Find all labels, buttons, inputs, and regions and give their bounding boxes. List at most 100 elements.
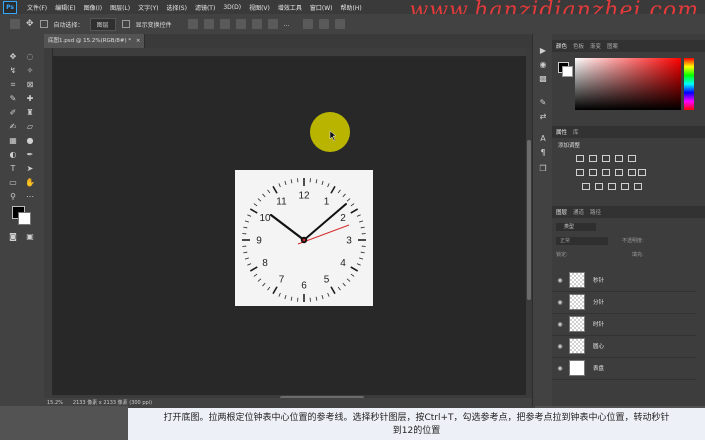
eyedropper-icon[interactable]: ✎ [8,94,18,104]
brush-settings-icon[interactable]: ✎ [538,98,548,108]
show-transform-checkbox[interactable] [121,20,130,28]
align-right-icon[interactable] [219,19,230,29]
levels-icon[interactable] [589,155,597,162]
eye-icon[interactable]: ◉ [555,343,565,350]
quick-mask-icon[interactable]: ◙ [8,232,18,242]
panel-background-swatch[interactable] [562,66,573,77]
zoom-tool-icon[interactable]: ⚲ [8,192,18,202]
invert-icon[interactable] [582,183,590,190]
tab-layers[interactable]: 图层 [556,208,567,216]
tab-channels[interactable]: 通道 [573,208,584,216]
blend-mode-dropdown[interactable]: 正常 [556,237,608,245]
tab-gradients[interactable]: 渐变 [590,42,601,50]
posterize-icon[interactable] [595,183,603,190]
brightness-icon[interactable] [576,155,584,162]
layer-row[interactable]: ◉ 秒针 [552,269,697,292]
menu-window[interactable]: 窗口(W) [306,3,337,12]
eye-icon[interactable]: ◉ [555,365,565,372]
play-icon[interactable]: ▶ [538,46,548,56]
brush-tool-icon[interactable]: ✐ [8,108,18,118]
history-icon[interactable]: ▩ [538,74,548,84]
hue-slider[interactable] [684,58,694,110]
channel-mixer-icon[interactable] [628,169,636,176]
hue-icon[interactable] [576,169,584,176]
crop-tool-icon[interactable]: ⌗ [8,80,18,90]
auto-select-dropdown[interactable]: 图层 [89,17,116,31]
menu-type[interactable]: 文字(Y) [134,3,162,12]
align-center-icon[interactable] [203,19,214,29]
menu-file[interactable]: 文件(F) [23,3,51,12]
eye-icon[interactable]: ◉ [555,277,565,284]
layer-row[interactable]: ◉ 表盘 [552,357,697,380]
shape-tool-icon[interactable]: ▭ [8,178,18,188]
tab-patterns[interactable]: 图案 [607,42,618,50]
color-balance-icon[interactable] [589,169,597,176]
more-tools-icon[interactable]: ⋯ [25,192,35,202]
tab-paths[interactable]: 路径 [590,208,601,216]
paragraph-icon[interactable]: ¶ [538,148,548,158]
menu-image[interactable]: 图像(I) [80,3,106,12]
document-tab[interactable]: 底图1.psd @ 15.2%(RGB/8#) * × [44,34,145,48]
pen-tool-icon[interactable]: ✒ [25,150,35,160]
menu-edit[interactable]: 编辑(E) [51,3,79,12]
tab-color[interactable]: 颜色 [556,42,567,50]
align-middle-icon[interactable] [251,19,262,29]
align-left-icon[interactable] [187,19,198,29]
3d-pan-icon[interactable] [335,19,346,29]
screen-mode-icon[interactable]: ▣ [25,232,35,242]
photo-filter-icon[interactable] [615,169,623,176]
threshold-icon[interactable] [608,183,616,190]
cube-icon[interactable]: ❒ [538,164,548,174]
hand-tool-icon[interactable]: ✋ [25,178,35,188]
layer-filter-dropdown[interactable]: 类型 [556,223,596,231]
tab-libraries[interactable]: 库 [573,128,579,136]
eye-icon[interactable]: ◉ [555,321,565,328]
close-tab-icon[interactable]: × [136,38,141,44]
history-brush-icon[interactable]: ✍ [8,122,18,132]
character-icon[interactable]: A [538,134,548,144]
layer-row[interactable]: ◉ 圆心 [552,335,697,358]
gradient-tool-icon[interactable]: ▦ [8,136,18,146]
actions-icon[interactable]: ◉ [538,60,548,70]
eraser-tool-icon[interactable]: ▱ [25,122,35,132]
layer-row[interactable]: ◉ 分针 [552,291,697,314]
tab-swatches[interactable]: 色板 [573,42,584,50]
document-canvas[interactable]: 12 1 2 3 4 5 6 7 8 9 10 11 [235,170,373,306]
align-top-icon[interactable] [235,19,246,29]
3d-mode-icon[interactable] [303,19,314,29]
move-tool-icon[interactable]: ✥ [8,52,18,62]
exposure-icon[interactable] [615,155,623,162]
menu-layer[interactable]: 图层(L) [106,3,134,12]
color-picker-field[interactable] [575,58,681,110]
lasso-tool-icon[interactable]: ↯ [8,66,18,76]
home-icon[interactable] [10,19,20,29]
color-lookup-icon[interactable] [638,169,646,176]
type-tool-icon[interactable]: T [8,164,18,174]
vertical-scrollbar-thumb[interactable] [527,140,531,300]
magic-wand-icon[interactable]: ✧ [25,66,35,76]
dodge-tool-icon[interactable]: ◐ [8,150,18,160]
move-tool-icon[interactable]: ✥ [26,19,34,29]
path-select-icon[interactable]: ➤ [25,164,35,174]
menu-plugins[interactable]: 增效工具 [274,3,306,12]
layer-row[interactable]: ◉ 时针 [552,313,697,336]
vibrance-icon[interactable] [628,155,636,162]
curves-icon[interactable] [602,155,610,162]
stamp-tool-icon[interactable]: ♜ [25,108,35,118]
auto-select-checkbox[interactable] [39,20,48,28]
eye-icon[interactable]: ◉ [555,299,565,306]
blur-tool-icon[interactable]: ● [25,136,35,146]
3d-rotate-icon[interactable] [319,19,330,29]
selective-color-icon[interactable] [634,183,642,190]
menu-view[interactable]: 视图(V) [245,3,274,12]
menu-3d[interactable]: 3D(D) [219,4,245,11]
frame-tool-icon[interactable]: ⊠ [25,80,35,90]
gradient-map-icon[interactable] [621,183,629,190]
tab-properties[interactable]: 属性 [556,128,567,136]
properties-icon[interactable]: ⇄ [538,112,548,122]
align-bottom-icon[interactable] [267,19,278,29]
menu-help[interactable]: 帮助(H) [337,3,366,12]
menu-filter[interactable]: 滤镜(T) [191,3,219,12]
background-color-swatch[interactable] [18,212,31,225]
marquee-tool-icon[interactable]: ◌ [25,52,35,62]
